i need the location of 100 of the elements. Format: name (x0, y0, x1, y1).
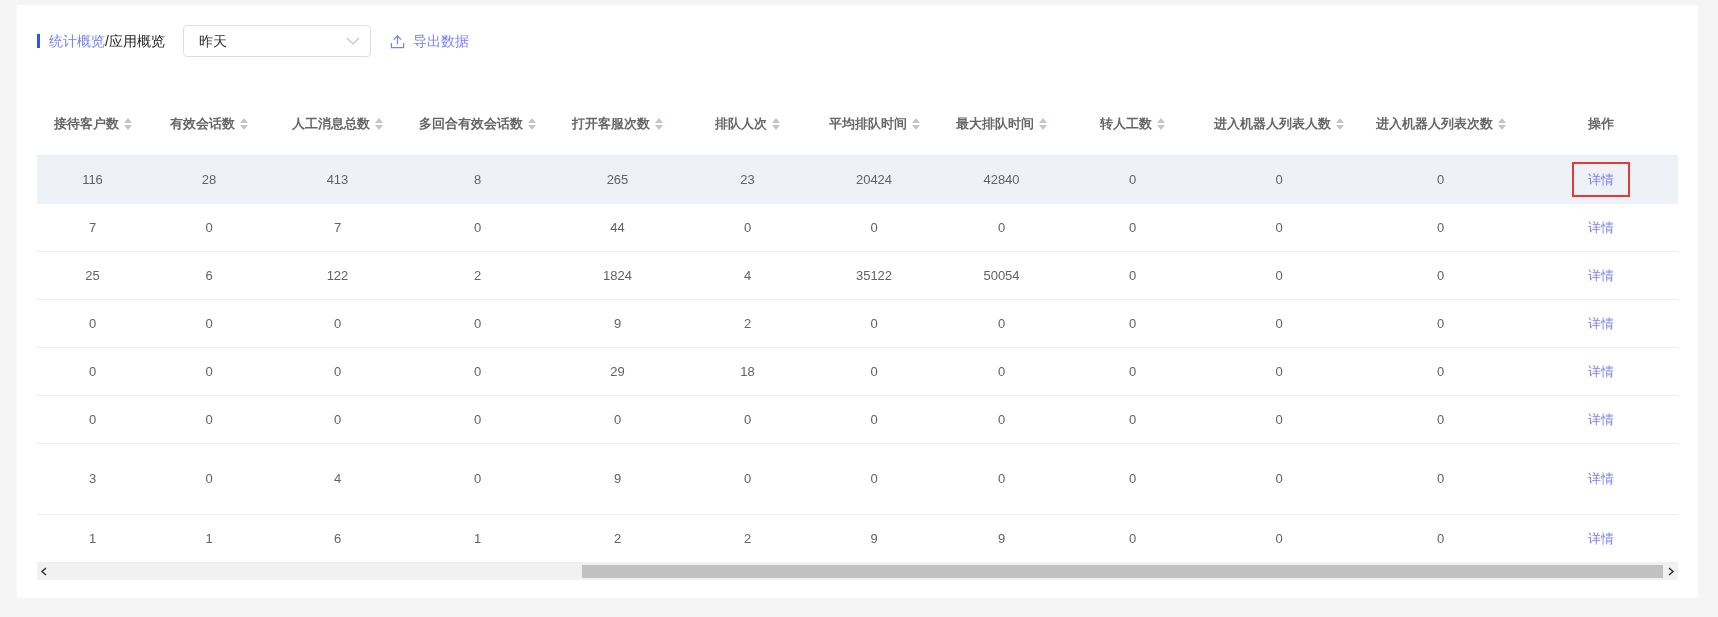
table-cell-text: 0 (870, 314, 878, 333)
sort-icon[interactable] (1157, 118, 1165, 130)
table-cell-text: 0 (333, 410, 342, 429)
table-cell-text: 0 (1436, 470, 1445, 489)
table-cell-text: 0 (1436, 314, 1445, 333)
breadcrumb-separator: / (105, 31, 109, 51)
table-cell-text: 8 (473, 170, 482, 189)
table-cell-text: 0 (743, 218, 752, 237)
table-cell-text: 0 (333, 314, 342, 333)
table-cell-text: 0 (1128, 218, 1137, 237)
sort-icon[interactable] (1497, 118, 1506, 130)
sort-icon[interactable] (1336, 118, 1344, 130)
details-link[interactable]: 详情 (1571, 353, 1630, 390)
table-cell-text: 0 (1128, 470, 1137, 489)
table-cell-text: 0 (205, 362, 213, 381)
sort-icon[interactable] (911, 118, 920, 130)
column-header[interactable]: 排队人次 (715, 114, 767, 134)
table-cell-text: 0 (1275, 314, 1283, 333)
breadcrumb-link[interactable]: 统计概览 (49, 30, 105, 52)
table-cell-text: 0 (1128, 266, 1137, 285)
horizontal-scrollbar[interactable] (37, 563, 1678, 580)
table-cell-text: 0 (1436, 529, 1445, 548)
sort-icon[interactable] (528, 118, 536, 130)
table-cell-text: 0 (473, 314, 482, 333)
sort-icon[interactable] (655, 118, 663, 130)
sort-icon[interactable] (123, 118, 132, 130)
scrollbar-thumb[interactable] (582, 565, 1663, 578)
table-cell-text: 0 (1128, 529, 1137, 548)
column-header[interactable]: 有效会话数 (170, 114, 235, 134)
table-cell-text: 9 (870, 529, 878, 548)
details-link[interactable]: 详情 (1571, 161, 1630, 198)
table-cell-text: 28 (201, 170, 217, 189)
table-cell-text: 0 (997, 470, 1006, 489)
table-cell-text: 0 (1436, 410, 1445, 429)
details-link[interactable]: 详情 (1571, 520, 1630, 557)
table-cell-text: 4 (743, 266, 752, 285)
table-cell-text: 9 (997, 529, 1006, 548)
table-cell-text: 0 (473, 470, 482, 489)
table-cell-text: 122 (326, 266, 349, 285)
table-cell-text: 0 (1275, 266, 1283, 285)
table-cell-text: 1824 (603, 266, 632, 285)
column-header[interactable]: 转人工数 (1100, 114, 1152, 134)
column-header[interactable]: 多回合有效会话数 (419, 114, 523, 134)
table-cell-text: 0 (870, 362, 878, 381)
table-cell-text: 0 (1436, 170, 1445, 189)
table-cell-text: 3 (88, 470, 97, 489)
table-cell-text: 0 (1275, 170, 1283, 189)
table-cell-text: 116 (82, 170, 103, 189)
table-cell-text: 1 (88, 529, 97, 548)
column-header[interactable]: 人工消息总数 (292, 114, 370, 134)
table-cell-text: 42840 (983, 170, 1020, 189)
table-cell-text: 0 (333, 362, 342, 381)
table-cell-text: 7 (88, 218, 97, 237)
export-button[interactable]: 导出数据 (389, 30, 469, 52)
table-cell-text: 0 (1275, 362, 1283, 381)
column-header[interactable]: 平均排队时间 (828, 114, 907, 134)
table-cell-text: 0 (88, 410, 97, 429)
column-header[interactable]: 最大排队时间 (956, 114, 1034, 134)
date-select[interactable]: 昨天 (182, 25, 371, 57)
table-cell-text: 0 (1275, 529, 1283, 548)
details-link[interactable]: 详情 (1571, 461, 1630, 497)
details-link[interactable]: 详情 (1571, 305, 1630, 342)
table-cell-text: 9 (613, 314, 622, 333)
table-cell-text: 0 (870, 410, 878, 429)
table-cell-text: 2 (743, 314, 752, 333)
table-cell-text: 18 (740, 362, 755, 381)
sort-icon[interactable] (1039, 118, 1047, 130)
table-cell-text: 0 (205, 470, 213, 489)
table-cell-text: 0 (1275, 218, 1283, 237)
table-cell-text: 2 (613, 529, 622, 548)
upload-icon (389, 33, 405, 49)
table-cell-text: 0 (205, 218, 213, 237)
table-cell-text: 0 (1128, 362, 1137, 381)
table-cell-text: 20424 (855, 170, 893, 189)
table-cell-text: 25 (85, 266, 100, 285)
table-cell-text: 0 (743, 410, 752, 429)
details-link[interactable]: 详情 (1571, 401, 1630, 438)
table-cell-text: 2 (743, 529, 752, 548)
table-cell-text: 6 (205, 266, 213, 285)
table-cell-text: 0 (1436, 362, 1445, 381)
sort-icon[interactable] (772, 118, 780, 130)
table-cell-text: 0 (473, 410, 482, 429)
table-cell-text: 0 (1436, 266, 1445, 285)
table-cell-text: 0 (743, 470, 752, 489)
column-header[interactable]: 打开客服次数 (572, 114, 650, 134)
details-link[interactable]: 详情 (1571, 257, 1630, 294)
table-cell-text: 6 (333, 529, 342, 548)
details-link[interactable]: 详情 (1571, 209, 1630, 246)
column-header[interactable]: 接待客户数 (53, 114, 119, 134)
table-cell-text: 1 (205, 529, 213, 548)
table-cell-text: 0 (1275, 410, 1283, 429)
table-cell-text: 1 (473, 529, 482, 548)
table-cell-text: 44 (610, 218, 625, 237)
sort-icon[interactable] (375, 118, 383, 130)
table-cell-text: 0 (1275, 470, 1283, 489)
sort-icon[interactable] (240, 118, 248, 130)
column-header[interactable]: 进入机器人列表人数 (1214, 114, 1331, 134)
table-cell-text: 265 (606, 170, 629, 189)
column-header[interactable]: 进入机器人列表次数 (1375, 114, 1493, 134)
table-cell-text: 0 (88, 314, 97, 333)
